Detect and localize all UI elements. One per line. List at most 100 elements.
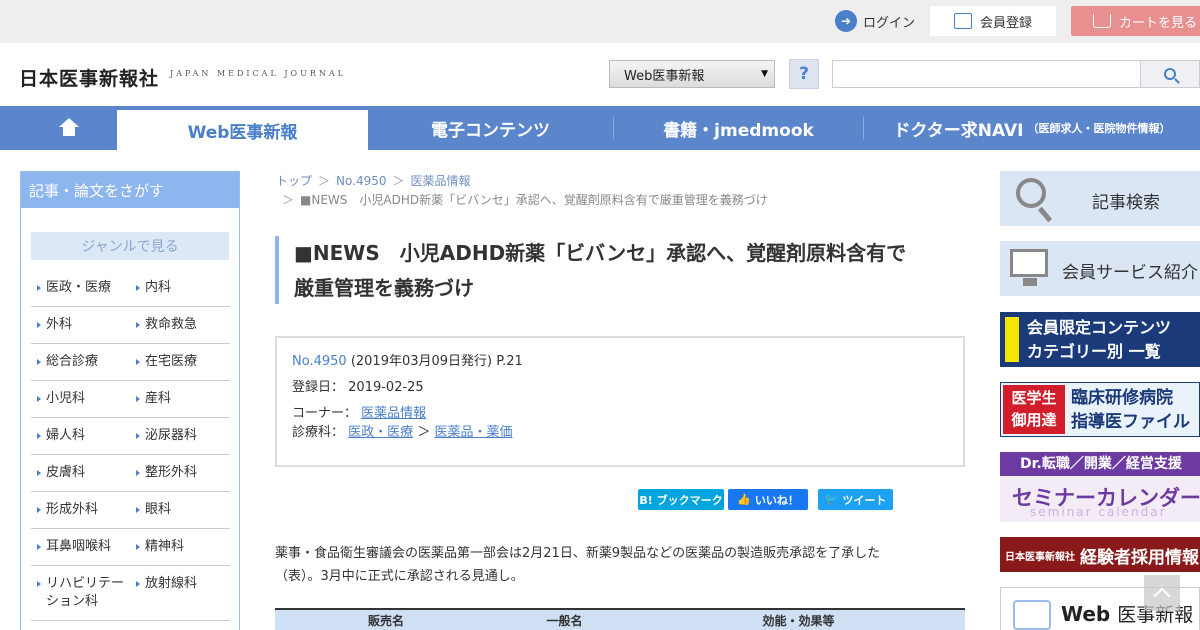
site-select[interactable]: Web医事新報 ▼ [609,60,775,88]
category-link[interactable]: 外科 [31,307,130,343]
page-top-button[interactable] [1144,575,1180,611]
monitor-icon [1010,249,1048,286]
badge-line: 御用達 [1011,411,1057,429]
like-label: いいね！ [754,493,799,507]
hatena-bookmark-button[interactable]: B! ブックマーク [638,489,724,510]
banner-line: 臨床研修病院 [1071,388,1173,408]
nav-web-ijishinpo[interactable]: Web医事新報 [117,110,368,150]
category-row: 婦人科 泌尿器科 [31,418,230,455]
banner-line: 会員限定コンテンツ [1027,318,1172,337]
dept-separator: ＞ [417,425,431,440]
banner-label: 記事検索 [1092,193,1160,213]
article-title-line: 厳重管理を義務づけ [294,276,474,300]
category-link[interactable]: 産科 [130,381,229,417]
banner-label: 会員限定コンテンツ カテゴリー別 一覧 [1027,316,1171,364]
article-body: 薬事・食品衛生審議会の医薬品第一部会は2月21日、新薬9製品などの医薬品の製造販… [275,542,965,588]
category-link[interactable]: 精神科 [130,529,229,565]
category-link[interactable]: 泌尿器科 [130,418,229,454]
site-logo-english: JAPAN MEDICAL JOURNAL [170,69,346,78]
article-search-banner[interactable]: 記事検索 [1000,171,1200,226]
home-icon [58,118,79,136]
dept-link[interactable]: 医政・医療 [348,425,413,440]
help-button[interactable]: ? [789,59,819,89]
nav-doctor-navi[interactable]: ドクター求NAVI （医師求人・医院物件情報） [864,106,1200,150]
cart-label: カートを見る [1119,15,1198,31]
breadcrumb-current: ■NEWS 小児ADHD新薬「ビバンセ」承認へ、覚醒剤原料含有で厳重管理を義務づ… [300,193,768,207]
category-link[interactable]: 形成外科 [31,492,130,528]
category-link[interactable]: 眼科 [130,492,229,528]
tweet-button[interactable]: 🐦 ツイート [818,489,893,510]
residency-hospital-banner[interactable]: 医学生 御用達 臨床研修病院 指導医ファイル [1000,382,1200,437]
breadcrumb-link[interactable]: トップ [276,174,312,188]
tweet-label: ツイート [842,493,887,507]
table-header-cell: 効能・効果等 [762,613,835,628]
search-icon [1164,68,1176,80]
login-label: ログイン [863,15,916,31]
breadcrumb-link[interactable]: 医薬品情報 [411,174,471,188]
category-link[interactable]: 放射線科 [130,566,229,620]
seminar-calendar-banner[interactable]: Dr.転職／開業／経営支援 セミナーカレンダー seminar calendar [1000,452,1200,522]
badge-line: 医学生 [1011,389,1057,407]
members-only-banner[interactable]: 会員限定コンテンツ カテゴリー別 一覧 [1000,312,1200,367]
banner-small-label: 日本医事新報社 [1005,552,1075,563]
top-utility-bar: ➜ ログイン 会員登録 カートを見る [0,0,1200,43]
category-link[interactable]: 総合診療 [31,344,130,380]
twitter-bird-icon: 🐦 [824,493,839,506]
cart-button[interactable]: カートを見る [1071,6,1200,36]
article-title-line: ■NEWS 小児ADHD新薬「ビバンセ」承認へ、覚醒剤原料含有で [294,241,907,265]
register-button[interactable]: 会員登録 [930,6,1056,36]
recruitment-banner[interactable]: 日本医事新報社 経験者採用情報 [1000,537,1200,572]
nav-sublabel: （医師求人・医院物件情報） [1027,122,1171,135]
banner-accent [1005,317,1019,362]
category-link[interactable]: 整形外科 [130,455,229,491]
site-logo[interactable]: 日本医事新報社 [19,64,159,91]
category-link[interactable]: 皮膚科 [31,455,130,491]
registered-value: 2019-02-25 [348,380,424,395]
category-row: リハビリテーション科 放射線科 [31,566,230,621]
corner-link[interactable]: 医薬品情報 [361,406,426,421]
category-link[interactable]: 医政・医療 [31,270,130,306]
member-service-banner[interactable]: 会員サービス紹介 [1000,241,1200,296]
login-link[interactable]: ➜ ログイン [835,9,915,33]
banner-top-label: Dr.転職／開業／経営支援 [1000,452,1200,476]
category-link[interactable]: 内科 [130,270,229,306]
category-link[interactable]: 耳鼻咽喉科 [31,529,130,565]
search-sidebar: 記事・論文をさがす ジャンルで見る 医政・医療 内科 外科 救命救急 総合診療 … [20,171,240,630]
magnifier-icon [1016,178,1046,208]
main-nav: Web医事新報 電子コンテンツ 書籍・jmedmook ドクター求NAVI （医… [0,106,1200,150]
search-input[interactable] [832,60,1141,88]
category-row: 形成外科 眼科 [31,492,230,529]
register-label: 会員登録 [980,15,1033,31]
facebook-like-button[interactable]: 👍 いいね！ [728,489,808,510]
genre-tab[interactable]: ジャンルで見る [31,232,229,260]
drug-table-header: 販売名 一般名 効能・効果等 [275,608,965,630]
category-list: 医政・医療 内科 外科 救命救急 総合診療 在宅医療 小児科 産科 婦人科 泌尿… [31,270,230,621]
issue-meta: (2019年03月09日発行) P.21 [350,354,523,369]
search-button[interactable] [1141,60,1200,88]
nav-digital-contents[interactable]: 電子コンテンツ [368,106,613,150]
category-link[interactable]: 婦人科 [31,418,130,454]
thumbs-up-icon: 👍 [737,493,751,506]
category-row: 総合診療 在宅医療 [31,344,230,381]
banner-label: 臨床研修病院 指導医ファイル [1071,386,1190,434]
nav-books[interactable]: 書籍・jmedmook [614,106,863,150]
banner-label: 経験者採用情報 [1080,548,1199,568]
nav-label: Web医事新報 [187,122,298,143]
category-row: 小児科 産科 [31,381,230,418]
category-row: 医政・医療 内科 [31,270,230,307]
category-link[interactable]: 小児科 [31,381,130,417]
issue-link[interactable]: No.4950 [292,354,347,369]
dropdown-arrow-icon: ▼ [761,69,768,79]
dept-link[interactable]: 医薬品・薬価 [434,425,512,440]
category-link[interactable]: 救命救急 [130,307,229,343]
category-link[interactable]: 在宅医療 [130,344,229,380]
cart-icon [1093,14,1111,28]
banner-line: 指導医ファイル [1071,412,1190,432]
category-link[interactable]: リハビリテーション科 [31,566,130,620]
table-header-cell: 一般名 [546,613,583,628]
category-row: 外科 救命救急 [31,307,230,344]
student-badge: 医学生 御用達 [1003,385,1065,434]
breadcrumb-link[interactable]: No.4950 [336,174,386,188]
category-row: 耳鼻咽喉科 精神科 [31,529,230,566]
nav-home[interactable] [20,106,117,150]
